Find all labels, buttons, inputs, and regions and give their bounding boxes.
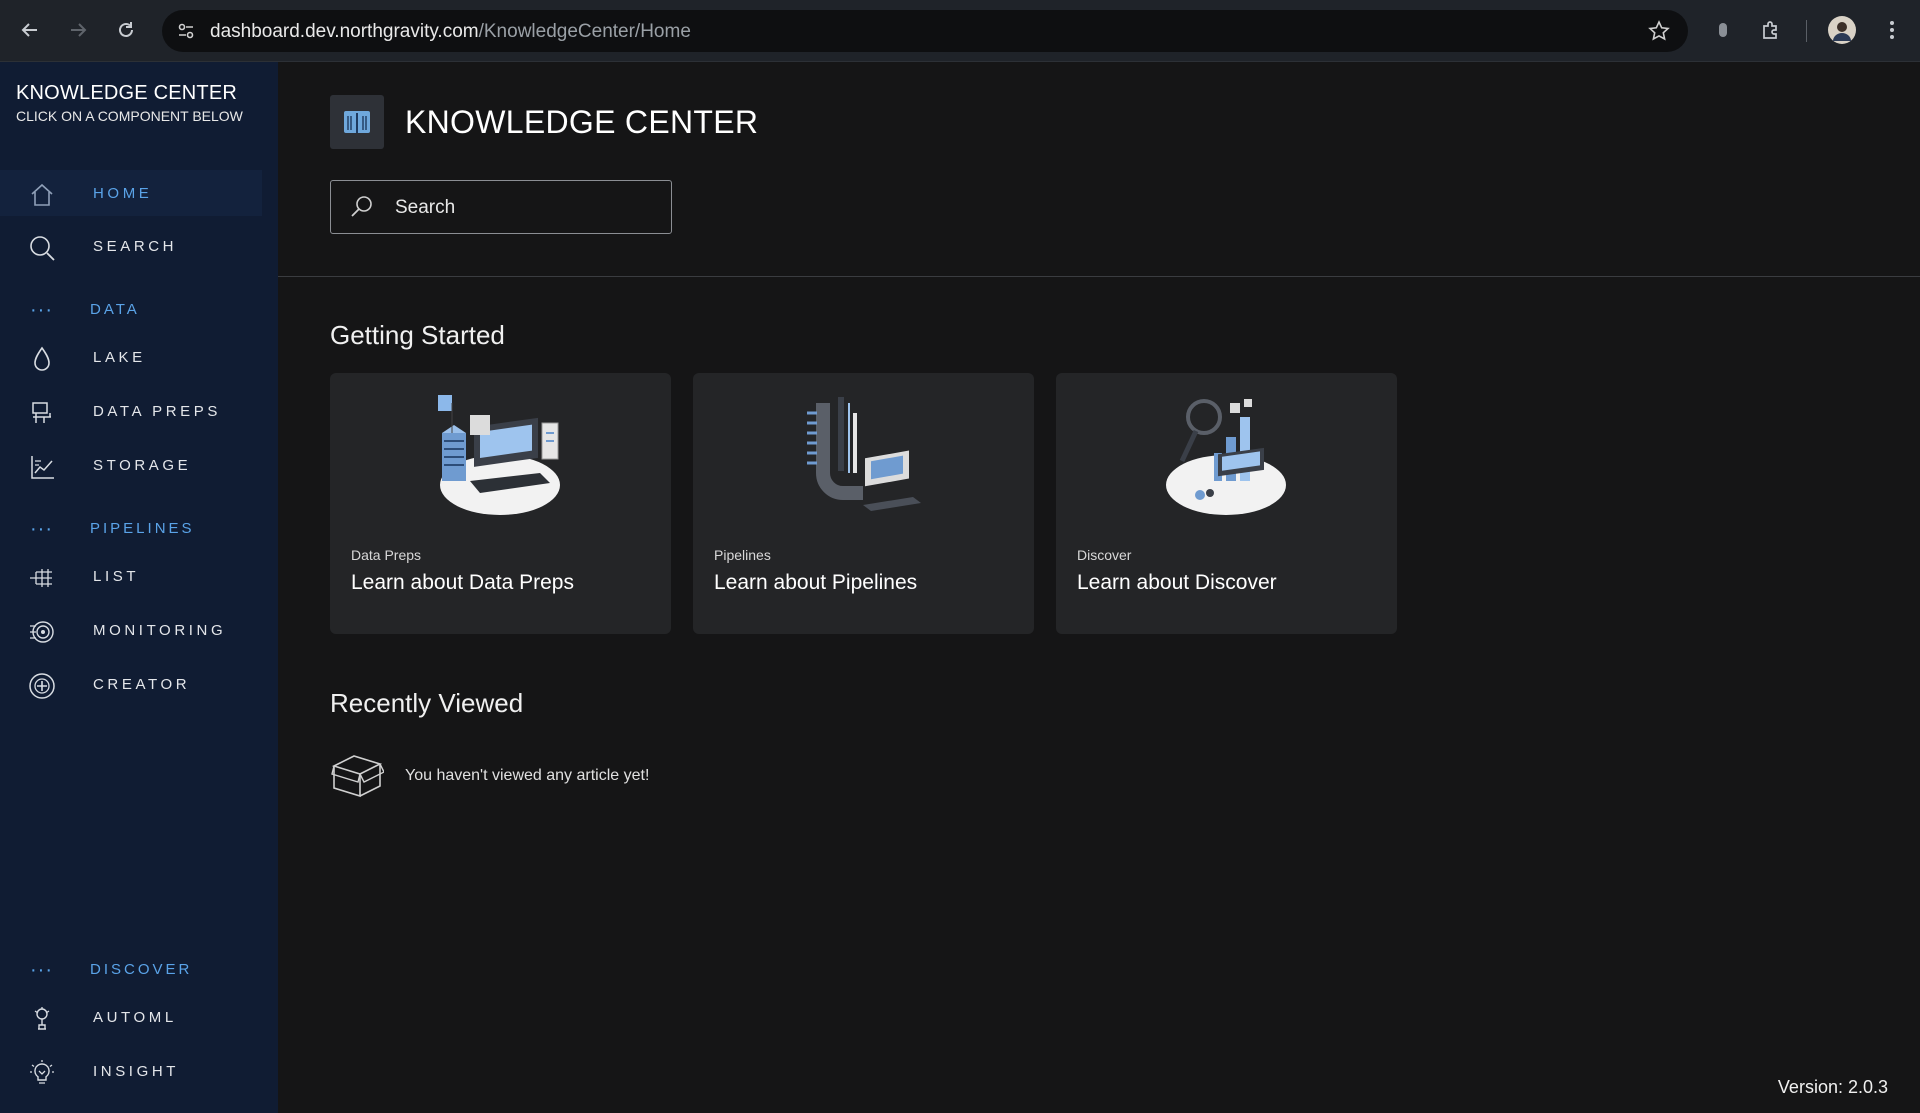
sidebar-item-lake[interactable]: LAKE — [0, 334, 262, 380]
droplet-icon — [28, 345, 56, 373]
automl-icon — [28, 1005, 56, 1033]
data-preps-icon — [28, 399, 56, 427]
sidebar-section-discover: ··· DISCOVER — [0, 955, 262, 985]
card-pipelines[interactable]: Pipelines Learn about Pipelines — [693, 373, 1034, 634]
address-bar[interactable]: dashboard.dev.northgravity.com/Knowledge… — [162, 10, 1688, 52]
card-category: Pipelines — [714, 547, 771, 563]
browser-toolbar: dashboard.dev.northgravity.com/Knowledge… — [0, 0, 1920, 62]
site-settings-icon[interactable] — [176, 21, 196, 46]
sidebar-item-label: INSIGHT — [93, 1062, 180, 1080]
monitoring-icon — [28, 618, 56, 646]
card-discover[interactable]: Discover Learn about Discover — [1056, 373, 1397, 634]
sidebar-section-label: DISCOVER — [90, 961, 193, 978]
search-placeholder: Search — [395, 197, 456, 218]
sidebar-item-label: MONITORING — [93, 621, 227, 639]
sidebar-item-storage[interactable]: STORAGE — [0, 442, 262, 488]
more-dots-icon: ··· — [30, 959, 53, 981]
recently-viewed-heading: Recently Viewed — [330, 688, 524, 718]
sidebar-item-label: LIST — [93, 567, 140, 585]
forward-icon[interactable] — [62, 14, 94, 46]
sidebar-item-label: SEARCH — [93, 237, 178, 255]
card-title: Learn about Pipelines — [714, 571, 918, 594]
star-icon[interactable] — [1648, 20, 1670, 47]
sidebar-item-label: LAKE — [93, 348, 146, 366]
sidebar-item-label: CREATOR — [93, 675, 191, 693]
sidebar-subtitle: CLICK ON A COMPONENT BELOW — [16, 108, 243, 124]
sidebar-section-data: ··· DATA — [0, 295, 262, 325]
profile-avatar[interactable] — [1826, 14, 1858, 46]
menu-icon[interactable] — [1876, 14, 1908, 46]
sidebar-item-list[interactable]: LIST — [0, 553, 262, 599]
card-category: Data Preps — [351, 547, 422, 563]
card-title: Learn about Data Preps — [351, 571, 574, 594]
discover-illustration-icon — [1156, 393, 1296, 523]
reload-icon[interactable] — [110, 14, 142, 46]
lightbulb-icon — [28, 1059, 56, 1087]
book-icon — [330, 95, 384, 149]
sidebar-item-label: STORAGE — [93, 456, 192, 474]
sidebar-item-creator[interactable]: CREATOR — [0, 661, 262, 707]
plus-circle-icon — [28, 672, 56, 700]
empty-state-message: You haven't viewed any article yet! — [405, 767, 650, 784]
search-icon — [28, 234, 56, 262]
extension-icon[interactable] — [1707, 14, 1739, 46]
card-category: Discover — [1077, 547, 1132, 563]
page-title: KNOWLEDGE CENTER — [405, 104, 759, 140]
sidebar-item-label: DATA PREPS — [93, 402, 221, 420]
sidebar-section-pipelines: ··· PIPELINES — [0, 514, 262, 544]
sidebar-item-label: AUTOML — [93, 1008, 177, 1026]
sidebar-section-label: DATA — [90, 301, 140, 318]
sidebar-item-data-preps[interactable]: DATA PREPS — [0, 388, 262, 434]
getting-started-heading: Getting Started — [330, 320, 505, 350]
sidebar-item-home[interactable]: HOME — [0, 170, 262, 216]
sidebar-title: KNOWLEDGE CENTER — [16, 82, 238, 104]
toolbar-divider — [1806, 20, 1807, 42]
sidebar-item-search[interactable]: SEARCH — [0, 223, 262, 269]
more-dots-icon: ··· — [30, 518, 53, 540]
more-dots-icon: ··· — [30, 299, 53, 321]
home-icon — [28, 181, 56, 209]
sidebar-item-monitoring[interactable]: MONITORING — [0, 607, 262, 653]
main-content: KNOWLEDGE CENTER Search Getting Started — [278, 62, 1920, 1113]
puzzle-icon[interactable] — [1755, 14, 1787, 46]
sidebar-section-label: PIPELINES — [90, 520, 195, 537]
chart-icon — [28, 453, 56, 481]
version-label: Version: 2.0.3 — [1777, 1077, 1888, 1097]
pipelines-illustration-icon — [793, 393, 933, 523]
section-divider — [278, 276, 1920, 277]
list-icon — [28, 564, 56, 592]
sidebar-item-insight[interactable]: INSIGHT — [0, 1048, 262, 1094]
search-input[interactable]: Search — [330, 180, 672, 234]
back-icon[interactable] — [14, 14, 46, 46]
card-data-preps[interactable]: Data Preps Learn about Data Preps — [330, 373, 671, 634]
sidebar-item-label: HOME — [93, 184, 153, 202]
empty-box-icon — [330, 752, 385, 798]
sidebar-item-automl[interactable]: AUTOML — [0, 994, 262, 1040]
data-preps-illustration-icon — [430, 393, 570, 523]
search-icon — [349, 194, 375, 220]
card-title: Learn about Discover — [1077, 571, 1277, 594]
url-text: dashboard.dev.northgravity.com/Knowledge… — [210, 21, 691, 42]
sidebar: KNOWLEDGE CENTER CLICK ON A COMPONENT BE… — [0, 62, 278, 1113]
